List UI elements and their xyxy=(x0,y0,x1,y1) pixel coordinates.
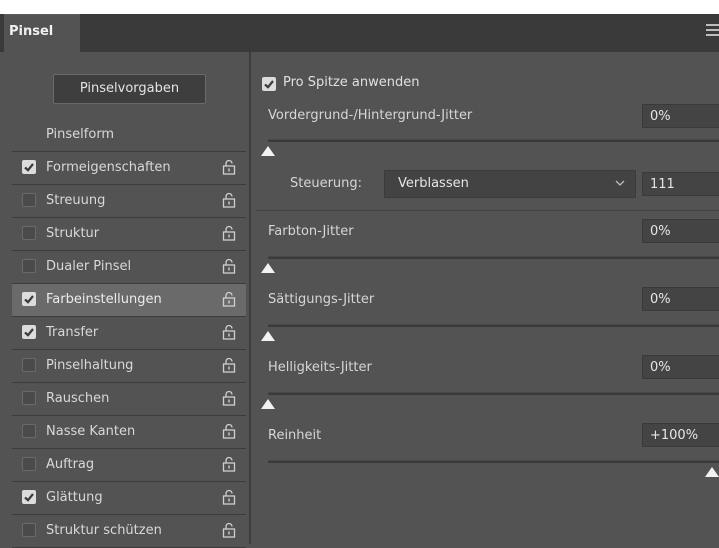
brush-setting-label: Glättung xyxy=(46,490,103,505)
brush-setting-label: Transfer xyxy=(46,325,99,340)
brush-setting-checkbox[interactable] xyxy=(22,226,36,240)
brush-setting-checkbox[interactable] xyxy=(22,160,36,174)
brush-setting-label: Nasse Kanten xyxy=(46,424,136,439)
brush-setting-label: Struktur xyxy=(46,226,100,241)
saturation-jitter-label: Sättigungs-Jitter xyxy=(268,292,375,307)
brush-setting-checkbox[interactable] xyxy=(22,490,36,504)
brush-tip-shape-label: Pinselform xyxy=(46,127,115,142)
brightness-jitter-label: Helligkeits-Jitter xyxy=(268,360,372,375)
lock-icon[interactable] xyxy=(222,291,236,307)
saturation-jitter-slider-track[interactable] xyxy=(268,324,719,327)
purity-label: Reinheit xyxy=(268,428,322,443)
brush-setting-label: Formeigenschaften xyxy=(46,160,171,175)
hue-jitter-slider-thumb[interactable] xyxy=(261,263,275,273)
brush-setting-checkbox[interactable] xyxy=(22,259,36,273)
lock-icon[interactable] xyxy=(222,489,236,505)
lock-icon[interactable] xyxy=(222,390,236,406)
lock-icon[interactable] xyxy=(222,258,236,274)
lock-icon[interactable] xyxy=(222,192,236,208)
per-tip-checkbox[interactable] xyxy=(262,77,276,91)
fg-bg-jitter-label: Vordergrund-/Hintergrund-Jitter xyxy=(268,108,473,123)
brush-setting-label: Streuung xyxy=(46,193,106,208)
window-top-strip xyxy=(0,0,719,14)
hue-jitter-input[interactable]: 0% xyxy=(642,219,719,243)
brush-setting-checkbox[interactable] xyxy=(22,325,36,339)
brush-setting-item[interactable]: Struktur xyxy=(12,218,246,251)
brush-setting-item[interactable]: Dualer Pinsel xyxy=(12,251,246,284)
brush-setting-item[interactable]: Rauschen xyxy=(12,383,246,416)
per-tip-label: Pro Spitze anwenden xyxy=(283,75,420,90)
lock-icon[interactable] xyxy=(222,522,236,538)
purity-slider-thumb[interactable] xyxy=(705,467,719,477)
brush-setting-item[interactable]: Farbeinstellungen xyxy=(12,284,246,317)
brush-settings-list: Pinselform Formeigenschaften Streuung Stru… xyxy=(12,119,246,548)
brush-setting-label: Rauschen xyxy=(46,391,110,406)
brush-setting-checkbox[interactable] xyxy=(22,391,36,405)
saturation-jitter-input[interactable]: 0% xyxy=(642,287,719,311)
control-select-value: Verblassen xyxy=(398,176,469,191)
brush-setting-checkbox[interactable] xyxy=(22,292,36,306)
control-steps-input[interactable]: 111 xyxy=(642,172,719,196)
brush-setting-label: Farbeinstellungen xyxy=(46,292,162,307)
tab-bar xyxy=(0,14,719,52)
brush-setting-item[interactable]: Glättung xyxy=(12,482,246,515)
hue-jitter-slider-track[interactable] xyxy=(268,256,719,259)
panel-divider xyxy=(249,52,251,544)
lock-icon[interactable] xyxy=(222,456,236,472)
purity-input[interactable]: +100% xyxy=(642,423,719,447)
panel-menu-icon[interactable] xyxy=(706,24,719,36)
brush-tip-shape-item[interactable]: Pinselform xyxy=(12,119,246,152)
brush-setting-item[interactable]: Struktur schützen xyxy=(12,515,246,548)
brush-setting-checkbox[interactable] xyxy=(22,424,36,438)
brightness-jitter-slider-track[interactable] xyxy=(268,392,719,395)
brush-setting-checkbox[interactable] xyxy=(22,457,36,471)
saturation-jitter-slider-thumb[interactable] xyxy=(261,331,275,341)
lock-icon[interactable] xyxy=(222,159,236,175)
lock-icon[interactable] xyxy=(222,225,236,241)
brush-setting-label: Dualer Pinsel xyxy=(46,259,132,274)
chevron-down-icon xyxy=(615,180,625,186)
hue-jitter-label: Farbton-Jitter xyxy=(268,224,354,239)
tab-pinsel[interactable]: Pinsel xyxy=(4,14,80,52)
fg-bg-jitter-input[interactable]: 0% xyxy=(642,104,719,128)
lock-icon[interactable] xyxy=(222,357,236,373)
lock-icon[interactable] xyxy=(222,423,236,439)
brush-setting-label: Struktur schützen xyxy=(46,523,162,538)
control-select[interactable]: Verblassen xyxy=(384,170,636,198)
brush-setting-item[interactable]: Transfer xyxy=(12,317,246,350)
fg-bg-jitter-slider-thumb[interactable] xyxy=(261,146,275,156)
fg-bg-jitter-slider-track[interactable] xyxy=(268,139,719,142)
brush-setting-item[interactable]: Formeigenschaften xyxy=(12,152,246,185)
brush-setting-checkbox[interactable] xyxy=(22,193,36,207)
brush-setting-item[interactable]: Streuung xyxy=(12,185,246,218)
brush-setting-label: Pinselhaltung xyxy=(46,358,134,373)
brush-setting-item[interactable]: Nasse Kanten xyxy=(12,416,246,449)
section-separator xyxy=(256,210,719,211)
brush-setting-item[interactable]: Pinselhaltung xyxy=(12,350,246,383)
brightness-jitter-input[interactable]: 0% xyxy=(642,355,719,379)
brush-setting-item[interactable]: Auftrag xyxy=(12,449,246,482)
lock-icon[interactable] xyxy=(222,324,236,340)
control-label: Steuerung: xyxy=(290,176,363,191)
brush-presets-button[interactable]: Pinselvorgaben xyxy=(53,74,206,104)
purity-slider-track[interactable] xyxy=(268,460,719,463)
brush-setting-label: Auftrag xyxy=(46,457,95,472)
brightness-jitter-slider-thumb[interactable] xyxy=(261,399,275,409)
brush-setting-checkbox[interactable] xyxy=(22,358,36,372)
brush-setting-checkbox[interactable] xyxy=(22,523,36,537)
